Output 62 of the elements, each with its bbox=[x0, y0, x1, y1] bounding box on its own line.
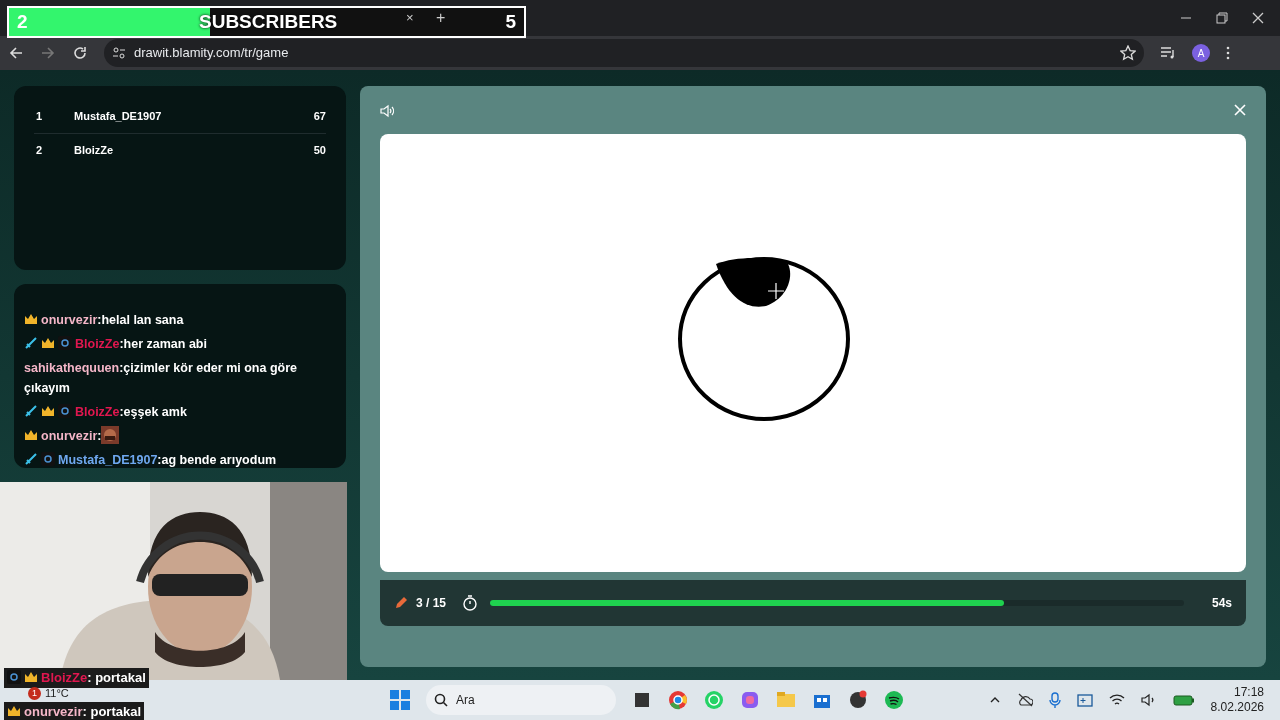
clock-time[interactable]: 17:18 bbox=[1210, 685, 1264, 700]
chat-message: :ag bende arıyodum bbox=[157, 453, 277, 467]
spotify-icon[interactable] bbox=[884, 690, 904, 710]
wifi-icon[interactable] bbox=[1108, 693, 1125, 707]
player-score: 67 bbox=[313, 109, 326, 124]
search-placeholder: Ara bbox=[456, 692, 475, 709]
chat-message: :eşşek amk bbox=[119, 405, 187, 419]
new-tab-button[interactable]: + bbox=[436, 6, 446, 30]
media-control-icon[interactable] bbox=[1160, 45, 1176, 61]
chat-message: sahikathequuen:çizimler kör eder mi ona göre çıkayım bbox=[24, 360, 298, 397]
crown-badge-icon bbox=[7, 704, 21, 718]
pencil-icon bbox=[394, 596, 408, 610]
round-counter: 3 / 15 bbox=[416, 595, 447, 612]
player-score: 50 bbox=[313, 142, 326, 158]
recorder-icon[interactable] bbox=[848, 690, 868, 710]
overlay-message: : portakal bbox=[87, 670, 146, 685]
goal-current: 2 bbox=[17, 9, 28, 34]
overlay-message: : portakal bbox=[82, 704, 142, 719]
goal-target: 5 bbox=[505, 9, 516, 34]
speaker-icon[interactable] bbox=[380, 104, 394, 118]
clock-date[interactable]: 8.02.2026 bbox=[1210, 700, 1264, 715]
tab-close-button[interactable]: × bbox=[406, 8, 414, 28]
screen-sparkle-icon[interactable] bbox=[1076, 693, 1093, 707]
forward-icon[interactable] bbox=[40, 45, 56, 61]
crown-badge-icon bbox=[24, 670, 38, 684]
chat-message: :her zaman abi bbox=[119, 337, 207, 351]
temperature: 11°C bbox=[45, 686, 69, 701]
overlay-username: BloizZe bbox=[41, 670, 88, 685]
back-icon[interactable] bbox=[8, 45, 24, 61]
address-bar[interactable]: drawit.blamity.com/tr/game bbox=[104, 39, 1144, 67]
star-icon[interactable] bbox=[1120, 45, 1136, 61]
cloud-off-icon[interactable] bbox=[1016, 693, 1033, 707]
battery-icon[interactable] bbox=[1172, 694, 1195, 706]
app-window-icon[interactable] bbox=[632, 690, 652, 710]
url-text: drawit.blamity.com/tr/game bbox=[134, 44, 289, 63]
taskbar-search[interactable]: Ara bbox=[426, 685, 616, 715]
reload-icon[interactable] bbox=[72, 45, 88, 61]
player-name: BloizZe bbox=[74, 142, 115, 158]
windows-start-icon[interactable] bbox=[390, 690, 410, 710]
timer-icon bbox=[462, 595, 479, 611]
chat-username: onurvezir bbox=[41, 429, 98, 443]
rank-number: 2 bbox=[35, 142, 44, 158]
menu-icon[interactable] bbox=[1226, 46, 1230, 60]
chat-message: :helal lan sana bbox=[97, 313, 184, 327]
chat-username: onurvezir bbox=[41, 313, 98, 327]
chat-message: : bbox=[97, 429, 102, 443]
chrome-icon[interactable] bbox=[668, 690, 688, 710]
crosshair-cursor-icon bbox=[768, 283, 784, 299]
player-name: Mustafa_DE1907 bbox=[74, 109, 163, 124]
microphone-icon[interactable] bbox=[1048, 692, 1061, 708]
profile-avatar[interactable]: A bbox=[1192, 44, 1210, 62]
overlay-username: onurvezir bbox=[24, 704, 83, 719]
chat-username: BloizZe bbox=[75, 337, 120, 351]
restore-icon[interactable] bbox=[1216, 12, 1228, 24]
colorful-app-icon[interactable] bbox=[740, 690, 760, 710]
chat-username: Mustafa_DE1907 bbox=[58, 453, 158, 467]
rank-number: 1 bbox=[35, 109, 44, 124]
chat-username: BloizZe bbox=[75, 405, 120, 419]
search-icon bbox=[434, 693, 448, 707]
time-left: 54s bbox=[1211, 595, 1232, 612]
site-info-icon[interactable] bbox=[112, 46, 126, 60]
close-icon[interactable] bbox=[1252, 12, 1264, 24]
